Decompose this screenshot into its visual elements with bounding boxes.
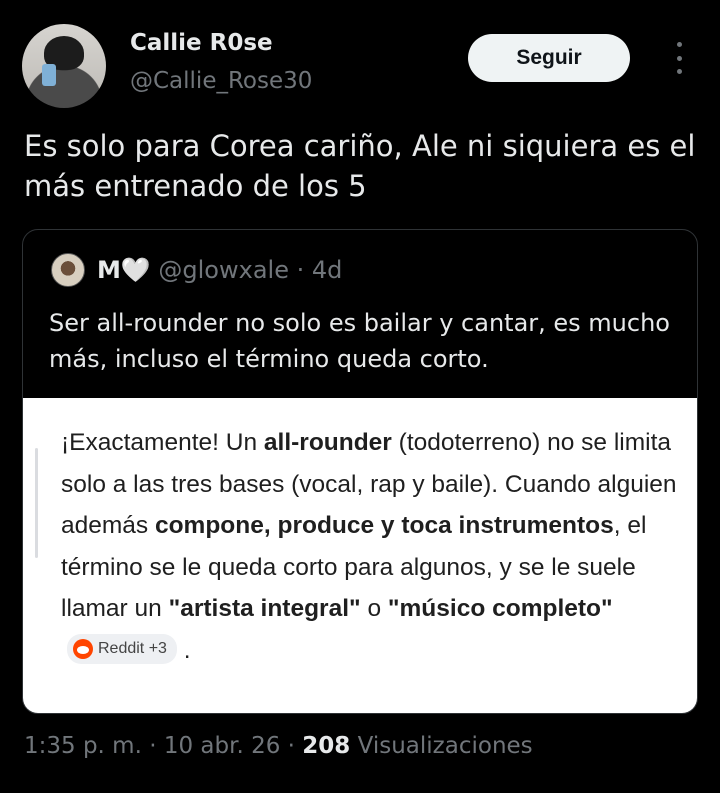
quoted-name: M🤍 [97,256,151,284]
quoted-image-card: ¡Exactamente! Un all-rounder (todoterren… [23,398,697,713]
avatar-phone [42,64,56,86]
dot [676,69,682,74]
follow-button[interactable]: Seguir [468,34,630,82]
card-bold-2: compone, produce y toca instrumentos [154,512,614,539]
card-bold-1: all-rounder [263,429,392,456]
card-text-1: ¡Exactamente! Un [61,429,264,456]
meta-separator: · [287,733,295,759]
views-count[interactable]: 208 [302,733,350,759]
card-text: ¡Exactamente! Un all-rounder (todoterren… [61,422,681,671]
avatar[interactable] [22,24,106,108]
tweet-header: Callie R0se @Callie_Rose30 Seguir [22,24,702,108]
tweet-time[interactable]: 1:35 p. m. [24,733,142,759]
card-quote-bar [35,448,38,558]
tweet-meta: 1:35 p. m. · 10 abr. 26 · 208 Visualizac… [24,733,533,759]
more-options-icon[interactable] [672,42,686,74]
author-name[interactable]: Callie R0se [130,30,273,56]
quoted-tweet[interactable]: M🤍 @glowxale · 4d Ser all-rounder no sol… [22,229,698,714]
card-text-5: . [176,636,191,664]
tweet-text: Es solo para Corea cariño, Ale ni siquie… [24,129,696,203]
chip-label: Reddit +3 [98,640,167,658]
quoted-age: 4d [311,256,343,284]
meta-separator: · [149,733,157,759]
source-chip: Reddit +3 [67,634,177,665]
reddit-icon [73,639,93,660]
quoted-separator: · [296,256,305,284]
dot [676,42,682,47]
dot [676,55,682,61]
quoted-avatar [51,253,85,287]
card-bold-3: "artista integral" [168,595,361,622]
card-text-4: o [360,595,388,622]
quoted-header: M🤍 @glowxale · 4d [97,256,342,284]
author-handle[interactable]: @Callie_Rose30 [130,68,312,94]
quoted-text: Ser all-rounder no solo es bailar y cant… [49,309,670,373]
card-bold-4: "músico completo" [387,595,613,622]
views-label[interactable]: Visualizaciones [358,733,533,759]
quoted-handle: @glowxale [158,256,289,284]
tweet-date[interactable]: 10 abr. 26 [164,733,281,759]
